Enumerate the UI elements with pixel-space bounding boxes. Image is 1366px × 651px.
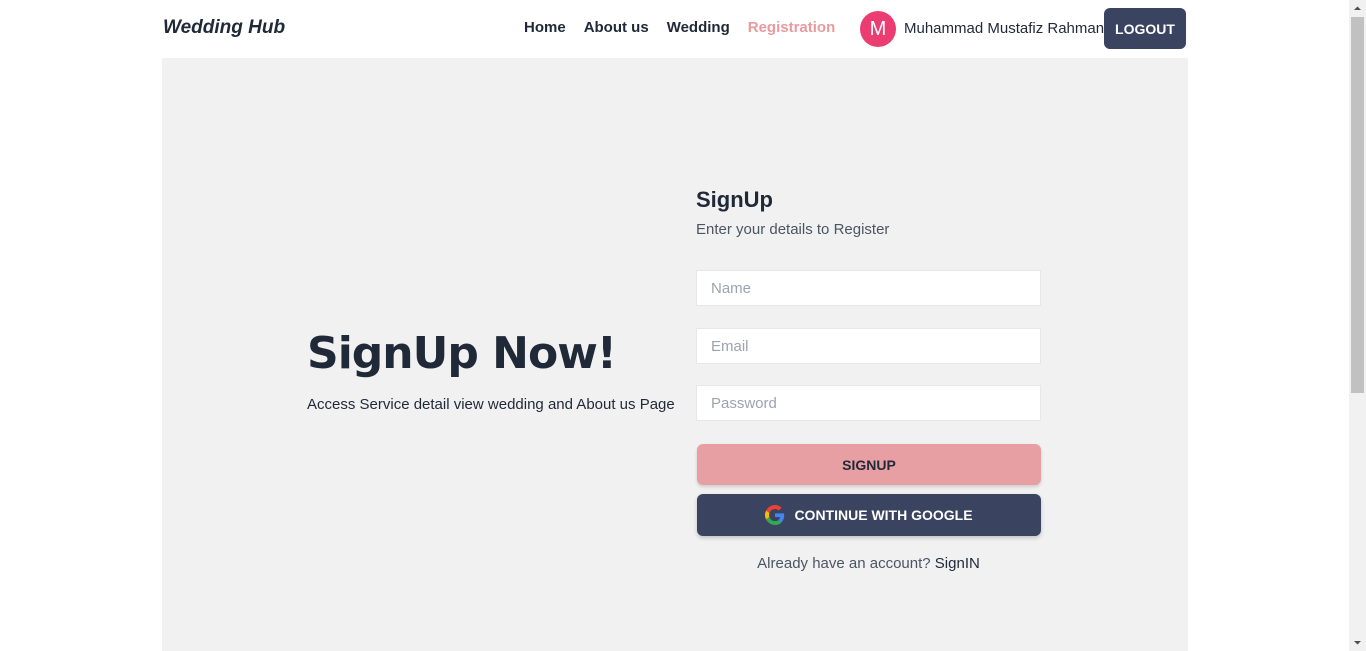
- scrollbar-thumb[interactable]: [1351, 17, 1364, 393]
- logout-button[interactable]: LOGOUT: [1104, 8, 1186, 49]
- signin-link[interactable]: SignIN: [935, 555, 980, 572]
- form-title: SignUp: [696, 187, 773, 212]
- user-name: Muhammad Mustafiz Rahman: [904, 20, 1105, 37]
- email-input[interactable]: [696, 328, 1041, 364]
- chevron-up-icon[interactable]: [1349, 0, 1366, 17]
- hero-title: SignUp Now!: [307, 328, 617, 379]
- nav-link-registration[interactable]: Registration: [748, 19, 836, 36]
- signin-prompt-text: Already have an account?: [757, 555, 931, 572]
- nav-link-wedding[interactable]: Wedding: [667, 19, 730, 36]
- chevron-down-icon[interactable]: [1349, 634, 1366, 651]
- brand-logo[interactable]: Wedding Hub: [163, 17, 285, 39]
- nav-link-home[interactable]: Home: [524, 19, 566, 36]
- form-subtitle: Enter your details to Register: [696, 221, 890, 238]
- google-logo-icon: [765, 505, 785, 525]
- nav-links: Home About us Wedding Registration: [524, 19, 853, 36]
- signin-prompt-row: Already have an account? SignIN: [696, 555, 1041, 572]
- navbar: Wedding Hub Home About us Wedding Regist…: [163, 0, 1187, 57]
- nav-link-about-us[interactable]: About us: [584, 19, 649, 36]
- hero-subtitle: Access Service detail view wedding and A…: [307, 396, 675, 413]
- signup-button[interactable]: SIGNUP: [697, 444, 1041, 485]
- continue-with-google-button[interactable]: CONTINUE WITH GOOGLE: [697, 494, 1041, 536]
- google-button-label: CONTINUE WITH GOOGLE: [794, 507, 973, 523]
- password-input[interactable]: [696, 385, 1041, 421]
- main-panel: SignUp Now! Access Service detail view w…: [162, 58, 1188, 651]
- avatar[interactable]: M: [860, 11, 896, 47]
- vertical-scrollbar[interactable]: [1349, 0, 1366, 651]
- name-input[interactable]: [696, 270, 1041, 306]
